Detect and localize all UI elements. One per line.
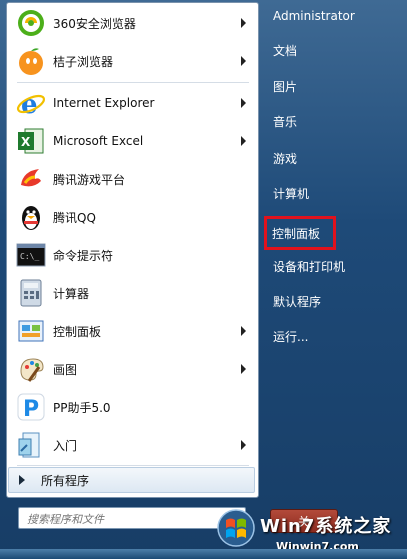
orange-browser-icon — [19, 48, 43, 75]
control-panel-icon — [18, 320, 44, 342]
program-item-qq[interactable]: 腾讯QQ — [11, 199, 254, 235]
right-item-games[interactable]: 游戏 — [266, 143, 393, 173]
right-item-music[interactable]: 音乐 — [266, 106, 393, 136]
program-label: 360安全浏览器 — [53, 16, 136, 31]
submenu-arrow-icon — [241, 18, 246, 28]
program-item-tencent-games[interactable]: 腾讯游戏平台 — [11, 161, 254, 197]
browser-360-icon — [18, 10, 44, 36]
program-item-pp-assistant[interactable]: P PP助手5.0 — [11, 389, 254, 425]
program-label: 画图 — [53, 362, 78, 377]
program-label: 桔子浏览器 — [53, 54, 114, 69]
program-item-command-prompt[interactable]: C:\_ 命令提示符 — [11, 237, 254, 273]
program-item-paint[interactable]: 画图 — [11, 351, 254, 387]
program-label: 命令提示符 — [53, 248, 114, 263]
svg-text:X: X — [21, 135, 31, 149]
submenu-arrow-icon — [241, 136, 246, 146]
taskbar — [0, 549, 407, 559]
qq-penguin-icon — [22, 206, 40, 230]
program-label: 入门 — [53, 438, 78, 453]
program-item-internet-explorer[interactable]: e Internet Explorer — [11, 85, 254, 121]
program-item-calculator[interactable]: 计算器 — [11, 275, 254, 311]
all-programs-label: 所有程序 — [41, 473, 90, 488]
svg-text:P: P — [23, 397, 39, 422]
getting-started-icon — [18, 432, 40, 458]
internet-explorer-icon: e — [16, 90, 46, 119]
windows-logo-icon — [217, 509, 255, 547]
separator — [17, 465, 249, 466]
right-item-pictures[interactable]: 图片 — [266, 71, 393, 101]
submenu-arrow-icon — [241, 364, 246, 374]
program-item-360-browser[interactable]: 360安全浏览器 — [11, 5, 254, 41]
search-input[interactable] — [19, 508, 219, 531]
program-label: 腾讯游戏平台 — [53, 172, 126, 187]
program-item-control-panel[interactable]: 控制面板 — [11, 313, 254, 349]
submenu-arrow-icon — [241, 98, 246, 108]
watermark-brand: Win7系统之家 — [260, 516, 392, 537]
svg-text:e: e — [21, 90, 38, 119]
start-menu: 360安全浏览器 桔子浏览器 e Internet Explorer X Mic… — [0, 0, 407, 559]
pp-assistant-icon: P — [17, 393, 45, 422]
program-label: 计算器 — [53, 286, 90, 301]
right-item-documents[interactable]: 文档 — [266, 35, 393, 65]
program-label: PP助手5.0 — [53, 400, 111, 415]
right-item-default-programs[interactable]: 默认程序 — [266, 286, 393, 316]
triangle-right-icon — [19, 475, 25, 485]
right-item-control-panel[interactable]: 控制面板 — [264, 216, 336, 250]
paint-icon — [20, 358, 44, 382]
separator — [17, 82, 249, 83]
svg-text:C:\_: C:\_ — [20, 252, 39, 261]
right-item-run[interactable]: 运行... — [266, 321, 393, 351]
program-label: 腾讯QQ — [53, 210, 96, 225]
program-item-getting-started[interactable]: 入门 — [11, 427, 254, 463]
tencent-games-icon — [21, 169, 41, 187]
submenu-arrow-icon — [241, 440, 246, 450]
program-label: 控制面板 — [53, 324, 102, 339]
program-label: Microsoft Excel — [53, 134, 144, 148]
programs-panel: 360安全浏览器 桔子浏览器 e Internet Explorer X Mic… — [6, 2, 259, 498]
right-item-computer[interactable]: 计算机 — [266, 178, 393, 208]
program-item-microsoft-excel[interactable]: X Microsoft Excel — [11, 123, 254, 159]
command-prompt-icon: C:\_ — [16, 243, 46, 267]
excel-icon: X — [18, 128, 44, 154]
submenu-arrow-icon — [241, 56, 246, 66]
right-item-devices-printers[interactable]: 设备和打印机 — [266, 251, 393, 281]
program-label: Internet Explorer — [53, 96, 155, 110]
all-programs-button[interactable]: 所有程序 — [8, 467, 255, 493]
calculator-icon — [20, 279, 42, 307]
submenu-arrow-icon — [241, 326, 246, 336]
program-item-orange-browser[interactable]: 桔子浏览器 — [11, 43, 254, 79]
user-name-link[interactable]: Administrator — [266, 1, 393, 31]
